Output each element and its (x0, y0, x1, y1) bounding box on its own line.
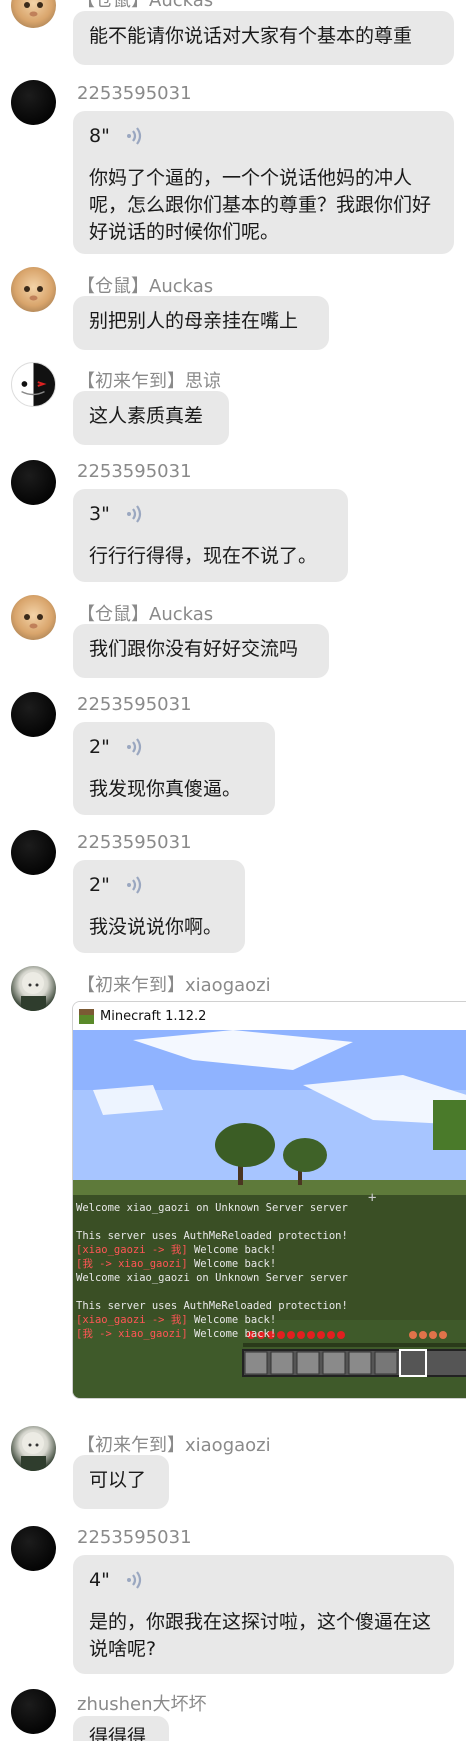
avatar-black[interactable] (11, 1526, 56, 1571)
message-bubble[interactable]: 能不能请你说话对大家有个基本的尊重 (73, 11, 454, 65)
chat-line: This server uses AuthMeReloaded protecti… (76, 1300, 348, 1312)
voice-player[interactable]: 2" (89, 872, 229, 898)
avatar-black[interactable] (11, 1689, 56, 1734)
voice-message-bubble[interactable]: 2" 我没说说你啊。 (73, 860, 245, 953)
avatar-black[interactable] (11, 830, 56, 875)
game-chat: Welcome xiao_gaozi on Unknown Server ser… (76, 1201, 466, 1341)
sender-name: 【初来乍到】xiaogaozi (77, 1435, 271, 1456)
sender-name: 2253595031 (77, 83, 192, 104)
message-bubble[interactable]: 我们跟你没有好好交流吗 (73, 624, 329, 678)
message-text: 我们跟你没有好好交流吗 (89, 638, 299, 660)
chat-line: [xiao_gaozi -> 我] Welcome back! (76, 1314, 277, 1326)
message-bubble[interactable]: 得得得 (73, 1716, 169, 1741)
voice-duration: 3" (89, 502, 110, 525)
avatar-hamster[interactable] (11, 267, 56, 312)
voice-wave-icon (126, 505, 141, 523)
game-viewport: + Welcome xiao_gaozi on Unknown Server s… (73, 1030, 466, 1398)
avatar-panda[interactable] (11, 362, 56, 407)
message-text: 得得得 (89, 1726, 147, 1741)
voice-wave-icon (126, 876, 141, 894)
chat-line: [我 -> xiao_gaozi] Welcome back! (76, 1258, 277, 1270)
voice-duration: 2" (89, 873, 110, 896)
image-attachment[interactable]: Minecraft 1.12.2 + Welcome xiao_gaozi on… (72, 1001, 466, 1399)
voice-wave-icon (126, 738, 141, 756)
chat-line: [我 -> xiao_gaozi] Welcome back! (76, 1328, 277, 1340)
avatar-black[interactable] (11, 80, 56, 125)
avatar-hamster[interactable] (11, 0, 56, 28)
voice-player[interactable]: 8" (89, 123, 438, 149)
avatar-black[interactable] (11, 460, 56, 505)
chat-line: Welcome xiao_gaozi on Unknown Server ser… (76, 1272, 348, 1284)
voice-transcript: 我没说说你啊。 (89, 916, 223, 938)
message-text: 能不能请你说话对大家有个基本的尊重 (89, 25, 413, 47)
message-text: 可以了 (89, 1469, 147, 1491)
voice-wave-icon (126, 127, 141, 145)
voice-player[interactable]: 3" (89, 501, 332, 527)
sender-name: 【初来乍到】xiaogaozi (77, 975, 271, 996)
voice-transcript: 行行行得得，现在不说了。 (89, 545, 318, 567)
chat-line: [xiao_gaozi -> 我] Welcome back! (76, 1244, 277, 1256)
voice-duration: 4" (89, 1568, 110, 1591)
voice-duration: 8" (89, 124, 110, 147)
chat-line (76, 1285, 466, 1299)
avatar-black[interactable] (11, 692, 56, 737)
sender-name: 2253595031 (77, 832, 192, 853)
message-text: 这人素质真差 (89, 405, 204, 427)
avatar-white-hair[interactable] (11, 966, 56, 1011)
voice-message-bubble[interactable]: 3" 行行行得得，现在不说了。 (73, 489, 348, 582)
chat-line: Welcome xiao_gaozi on Unknown Server ser… (76, 1202, 348, 1214)
chat-line (76, 1215, 466, 1229)
voice-transcript: 我发现你真傻逼。 (89, 778, 242, 800)
voice-message-bubble[interactable]: 2" 我发现你真傻逼。 (73, 722, 275, 815)
message-bubble[interactable]: 可以了 (73, 1455, 169, 1509)
sender-name: 【仓鼠】Auckas (77, 276, 214, 297)
chat-line: This server uses AuthMeReloaded protecti… (76, 1230, 348, 1242)
sender-name: zhushen大坏坏 (77, 1694, 207, 1715)
window-title: Minecraft 1.12.2 (100, 1008, 207, 1024)
sender-name: 2253595031 (77, 694, 192, 715)
message-bubble[interactable]: 这人素质真差 (73, 391, 229, 445)
voice-duration: 2" (89, 735, 110, 758)
sender-name: 2253595031 (77, 461, 192, 482)
voice-message-bubble[interactable]: 8" 你妈了个逼的，一个个说话他妈的冲人呢，怎么跟你们基本的尊重？我跟你们好好说… (73, 111, 454, 254)
sender-name: 【仓鼠】Auckas (77, 604, 214, 625)
voice-player[interactable]: 4" (89, 1567, 438, 1593)
message-bubble[interactable]: 别把别人的母亲挂在嘴上 (73, 296, 329, 350)
voice-player[interactable]: 2" (89, 734, 259, 760)
sender-name: 【初来乍到】思谅 (77, 371, 221, 392)
voice-transcript: 你妈了个逼的，一个个说话他妈的冲人呢，怎么跟你们基本的尊重？我跟你们好好说话的时… (89, 167, 432, 243)
avatar-hamster[interactable] (11, 595, 56, 640)
message-text: 别把别人的母亲挂在嘴上 (89, 310, 299, 332)
voice-message-bubble[interactable]: 4" 是的，你跟我在这探讨啦，这个傻逼在这说啥呢? (73, 1555, 454, 1674)
sender-name: 2253595031 (77, 1527, 192, 1548)
voice-transcript: 是的，你跟我在这探讨啦，这个傻逼在这说啥呢? (89, 1611, 432, 1660)
avatar-white-hair[interactable] (11, 1426, 56, 1471)
voice-wave-icon (126, 1571, 141, 1589)
minecraft-block-icon (79, 1008, 94, 1024)
window-titlebar: Minecraft 1.12.2 (73, 1002, 466, 1030)
